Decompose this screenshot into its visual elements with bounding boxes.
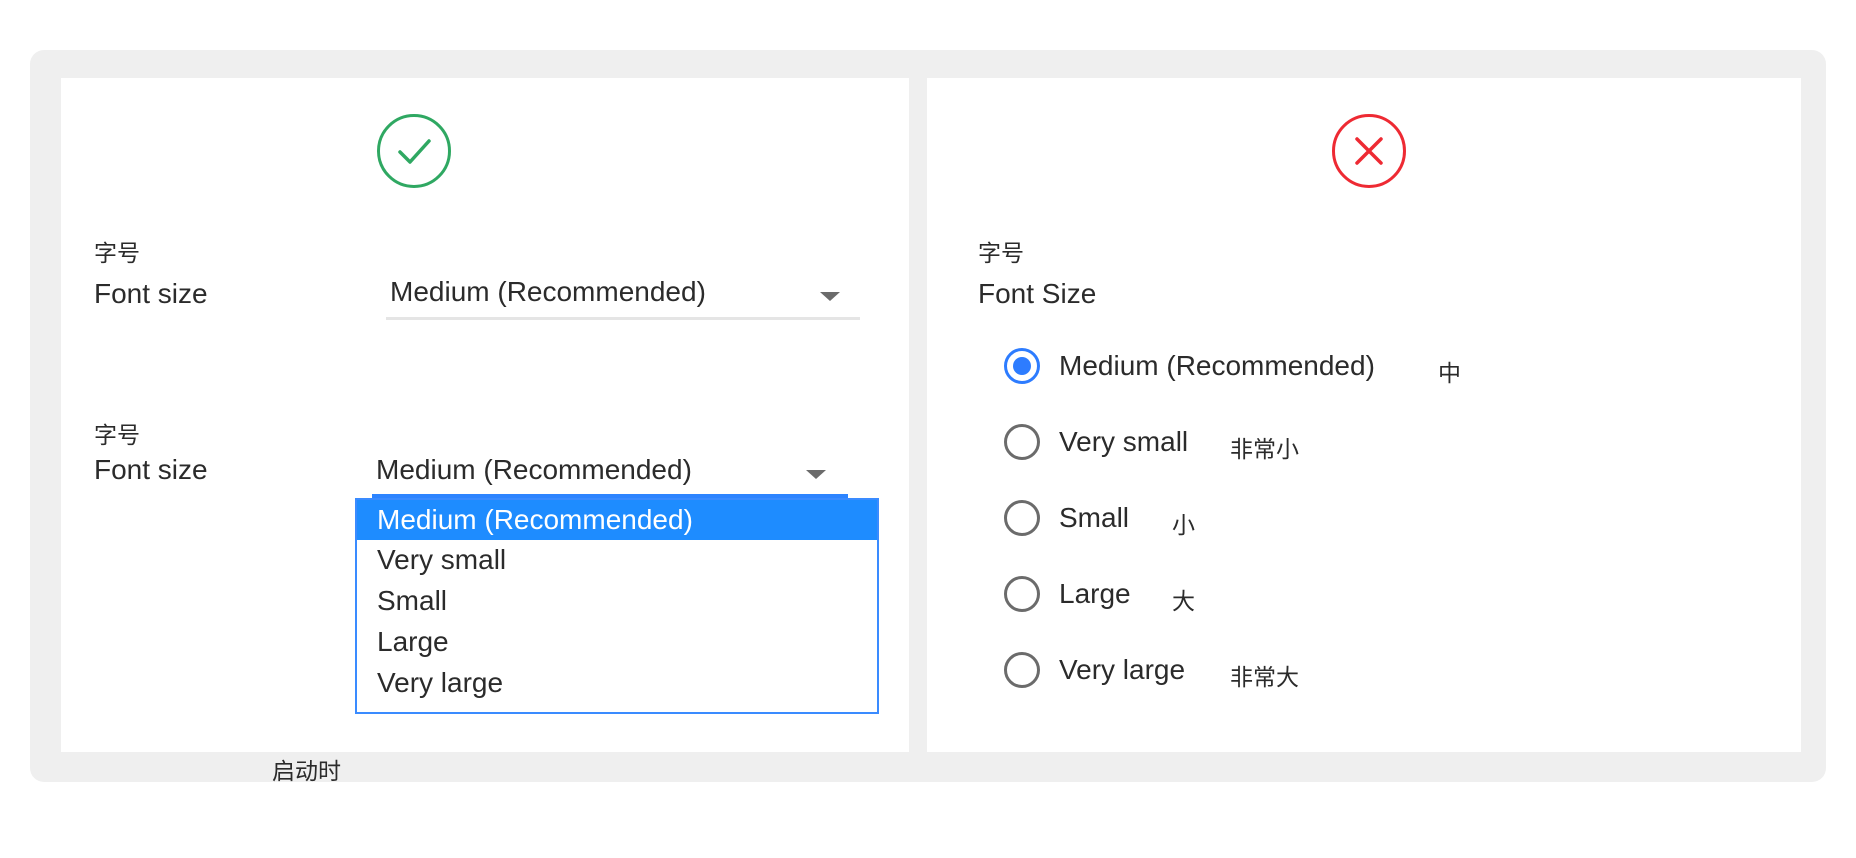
font-size-label: Font size [94, 278, 208, 309]
font-size-label-cjk: 字号 [978, 240, 1024, 266]
radio-label-cjk: 中 [1438, 360, 1461, 386]
font-size-dropdown-open[interactable]: Medium (Recommended) [372, 454, 848, 498]
chevron-down-icon[interactable] [806, 470, 826, 479]
radio-button[interactable] [1004, 652, 1040, 688]
dropdown-option[interactable]: Small [357, 581, 877, 621]
check-circle-icon [377, 114, 451, 188]
radio-label-cjk: 大 [1172, 588, 1195, 614]
dropdown-option[interactable]: Medium (Recommended) [357, 500, 877, 540]
font-size-dropdown[interactable]: Medium (Recommended) [386, 276, 860, 320]
chevron-down-icon[interactable] [820, 292, 840, 301]
dropdown-option[interactable]: Very large [357, 663, 877, 703]
font-size-options-list: Medium (Recommended) Very small Small La… [355, 498, 879, 714]
dropdown-value: Medium (Recommended) [390, 276, 706, 307]
radio-button[interactable] [1004, 576, 1040, 612]
radio-label: Very small [1059, 426, 1189, 457]
radio-button[interactable] [1004, 500, 1040, 536]
startup-label-cjk: 启动时 [272, 758, 341, 784]
radio-label: Small [1059, 502, 1130, 533]
x-circle-icon [1332, 114, 1406, 188]
radio-label: Large [1059, 578, 1131, 609]
font-size-label-cjk: 字号 [94, 240, 140, 266]
radio-button[interactable] [1004, 348, 1040, 384]
dropdown-option[interactable]: Large [357, 622, 877, 662]
radio-button[interactable] [1004, 424, 1040, 460]
radio-label-cjk: 非常小 [1230, 436, 1299, 462]
radio-label-cjk: 非常大 [1230, 664, 1299, 690]
font-size-label-cjk-open: 字号 [94, 422, 140, 448]
dropdown-value: Medium (Recommended) [376, 454, 692, 485]
font-size-label: Font Size [978, 278, 1097, 309]
dropdown-option[interactable]: Very small [357, 540, 877, 580]
radio-label-cjk: 小 [1172, 512, 1195, 538]
font-size-label-open: Font size [94, 454, 208, 485]
radio-label: Medium (Recommended) [1059, 350, 1375, 381]
radio-label: Very large [1059, 654, 1186, 685]
